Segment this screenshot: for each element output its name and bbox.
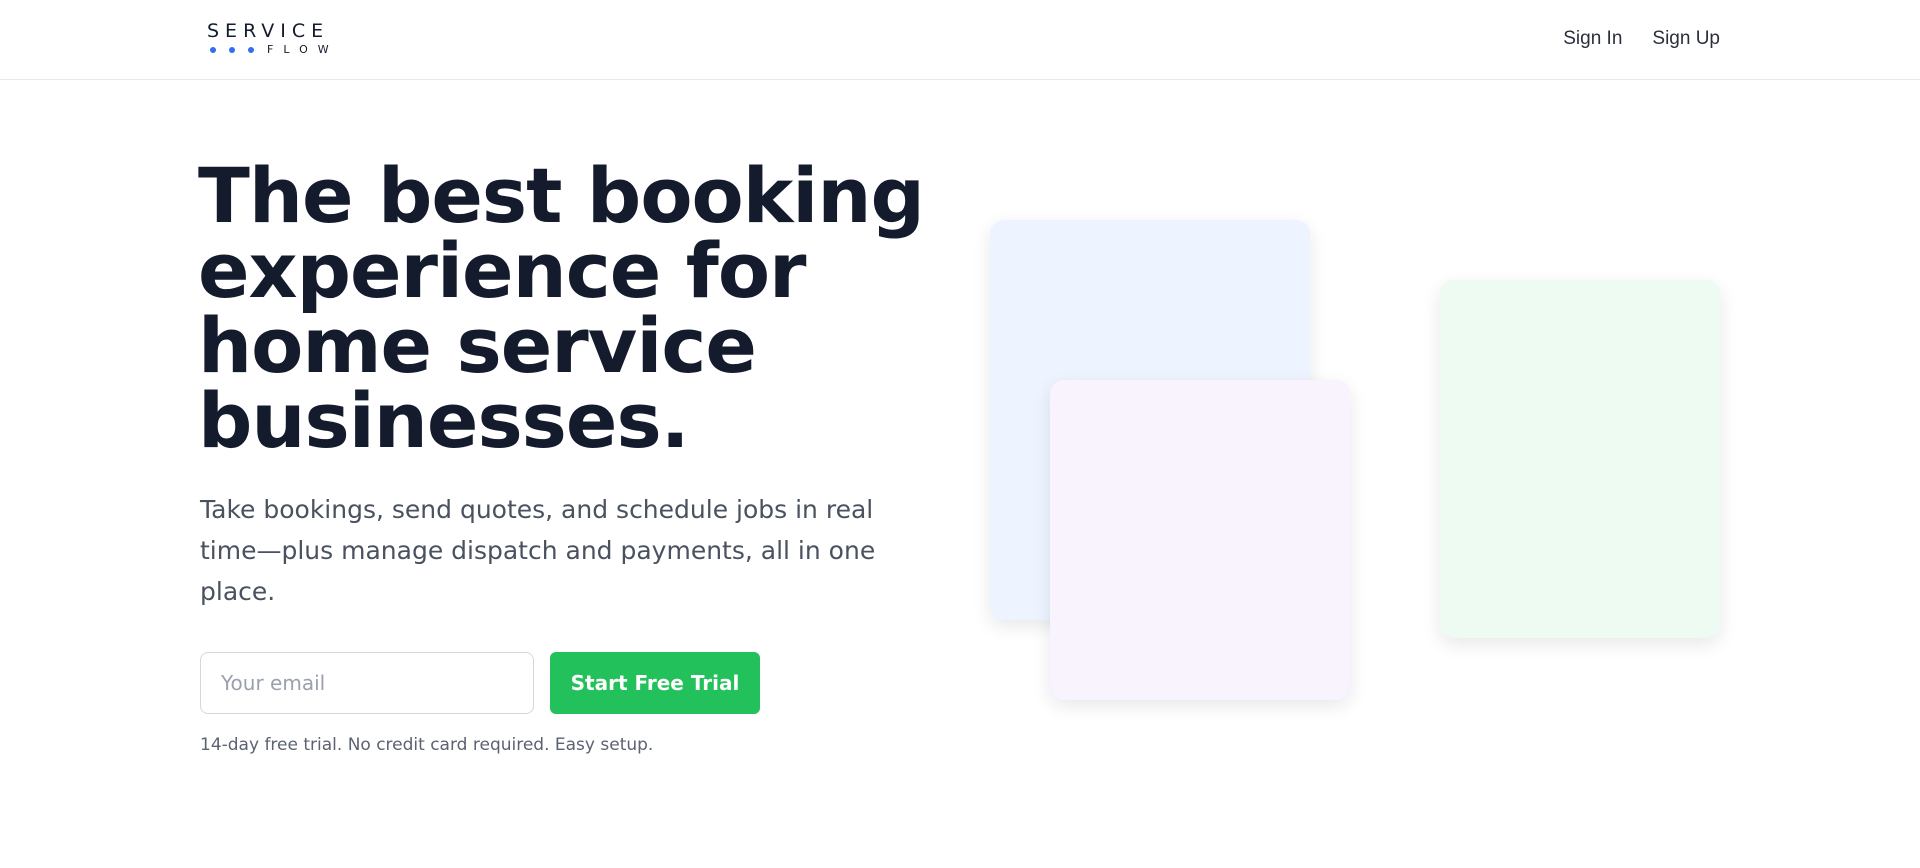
logo-word-flow: FLOW	[267, 43, 339, 56]
service-flow-logo[interactable]: SERVICE FLOW	[207, 20, 332, 56]
illustration-card-pink	[1050, 380, 1350, 700]
trial-fineprint: 14-day free trial. No credit card requir…	[200, 735, 654, 755]
hero-title: The best booking experience for home ser…	[198, 151, 925, 465]
sign-in-link[interactable]: Sign In	[1563, 28, 1622, 50]
site-header: SERVICE FLOW Sign In Sign Up	[0, 0, 1920, 80]
illustration-card-green	[1440, 280, 1720, 638]
email-input[interactable]	[200, 652, 534, 714]
start-free-trial-button[interactable]: Start Free Trial	[550, 652, 760, 714]
sign-up-link[interactable]: Sign Up	[1652, 28, 1720, 50]
logo-word-service: SERVICE	[207, 20, 330, 42]
top-nav: Sign In Sign Up	[1563, 28, 1720, 50]
hero-subtitle: Take bookings, send quotes, and schedule…	[200, 495, 876, 606]
